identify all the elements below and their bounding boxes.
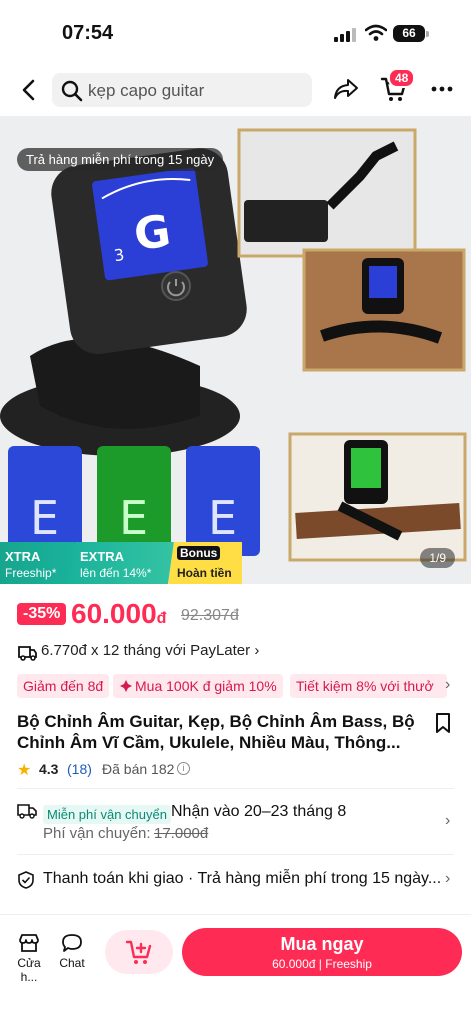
search-bar[interactable]: kẹp capo guitar — [52, 73, 312, 107]
cod-row[interactable]: Thanh toán khi giao · Trả hàng miễn phí … — [17, 868, 457, 892]
search-icon — [61, 80, 83, 102]
status-bar: 07:54 66 — [0, 0, 471, 64]
status-time: 07:54 — [62, 22, 114, 44]
product-title: Bộ Chỉnh Âm Guitar, Kẹp, Bộ Chỉnh Âm Bas… — [17, 712, 415, 752]
image-counter: 1/9 — [420, 548, 455, 568]
signal-icon — [334, 28, 358, 42]
battery-indicator: 66 — [393, 25, 425, 42]
shield-icon — [18, 871, 34, 889]
divider — [17, 788, 454, 789]
voucher-chip[interactable]: Tiết kiệm 8% với thưở — [290, 674, 447, 698]
svg-text:E: E — [208, 491, 237, 545]
discount-badge: -35% — [17, 603, 67, 625]
buy-now-button[interactable]: Mua ngay 60.000đ | Freeship — [182, 928, 462, 976]
chat-button[interactable]: Chat — [55, 933, 89, 970]
shop-icon — [19, 934, 39, 952]
free-shipping-tag: Miễn phí vận chuyển — [43, 805, 171, 824]
promo-banner[interactable]: XTRA Freeship* EXTRA lên đến 14%* Bonus … — [0, 542, 242, 584]
svg-text:E: E — [30, 491, 59, 545]
product-image-gallery[interactable]: G 3 E E E Trả hàng miễn phí trong 15 ngà… — [0, 116, 471, 584]
top-bar: kẹp capo guitar 48 — [0, 66, 471, 116]
cart-plus-icon — [125, 940, 152, 964]
price-row: -35% 60.000đ 92.307đ — [17, 598, 457, 632]
more-icon[interactable] — [430, 77, 454, 101]
add-to-cart-button[interactable] — [105, 930, 173, 974]
shipping-row[interactable]: Miễn phí vận chuyển Nhận vào 20–23 tháng… — [17, 800, 457, 846]
extra-discount-badge: EXTRA lên đến 14%* — [68, 542, 174, 584]
share-icon[interactable] — [333, 77, 359, 101]
cod-text: Thanh toán khi giao · Trả hàng miễn phí … — [43, 870, 442, 887]
svg-text:G: G — [131, 205, 174, 261]
bottom-action-bar: Cửa h... Chat Mua ngay 60.000đ | Freeshi… — [0, 914, 471, 1025]
current-price: 60.000đ — [71, 598, 167, 629]
search-input[interactable]: kẹp capo guitar — [88, 81, 204, 101]
svg-text:E: E — [119, 491, 148, 545]
chat-icon — [62, 934, 82, 952]
free-returns-badge: Trả hàng miễn phí trong 15 ngày — [17, 148, 224, 171]
shipping-fee-label: Phí vận chuyển: — [43, 825, 151, 842]
voucher-chip[interactable]: Mua 100K đ giảm 10% — [113, 674, 283, 698]
coupon-icon — [120, 680, 132, 692]
truck-icon — [17, 804, 37, 819]
chevron-right-icon: › — [445, 812, 451, 829]
chevron-right-icon[interactable]: › — [445, 676, 450, 694]
shop-button[interactable]: Cửa h... — [9, 933, 49, 984]
bonus-cashback-badge: Bonus Hoàn tiền — [168, 542, 242, 584]
voucher-chip[interactable]: Giảm đến 8đ — [17, 674, 110, 698]
divider — [17, 854, 454, 855]
sold-count: Đã bán 182 — [102, 761, 175, 777]
bookmark-icon[interactable] — [434, 712, 452, 734]
wifi-icon — [365, 24, 387, 41]
star-icon: ★ — [17, 762, 32, 779]
paylater-text: 6.770đ x 12 tháng với PayLater › — [41, 642, 260, 659]
info-icon[interactable]: i — [177, 762, 190, 775]
product-image-tuner: G 3 E E E — [0, 128, 467, 562]
rating-score: 4.3 — [39, 761, 59, 777]
original-price: 92.307đ — [181, 607, 239, 624]
rating-row[interactable]: ★ 4.3 (18) Đã bán 182 i — [17, 760, 457, 780]
shipping-fee-value: 17.000đ — [154, 825, 209, 842]
xtra-freeship-badge: XTRA Freeship* — [0, 542, 74, 584]
chevron-right-icon: › — [445, 870, 451, 887]
paylater-row[interactable]: 6.770đ x 12 tháng với PayLater › — [17, 641, 457, 663]
delivery-date: Nhận vào 20–23 tháng 8 — [171, 803, 347, 820]
back-arrow-icon[interactable] — [18, 78, 40, 102]
battery-tip — [426, 31, 429, 37]
voucher-chips: Giảm đến 8đ Mua 100K đ giảm 10% Tiết kiệ… — [17, 674, 471, 698]
paylater-icon — [18, 646, 37, 661]
review-count[interactable]: (18) — [67, 761, 92, 777]
cart-count-badge: 48 — [388, 68, 416, 88]
